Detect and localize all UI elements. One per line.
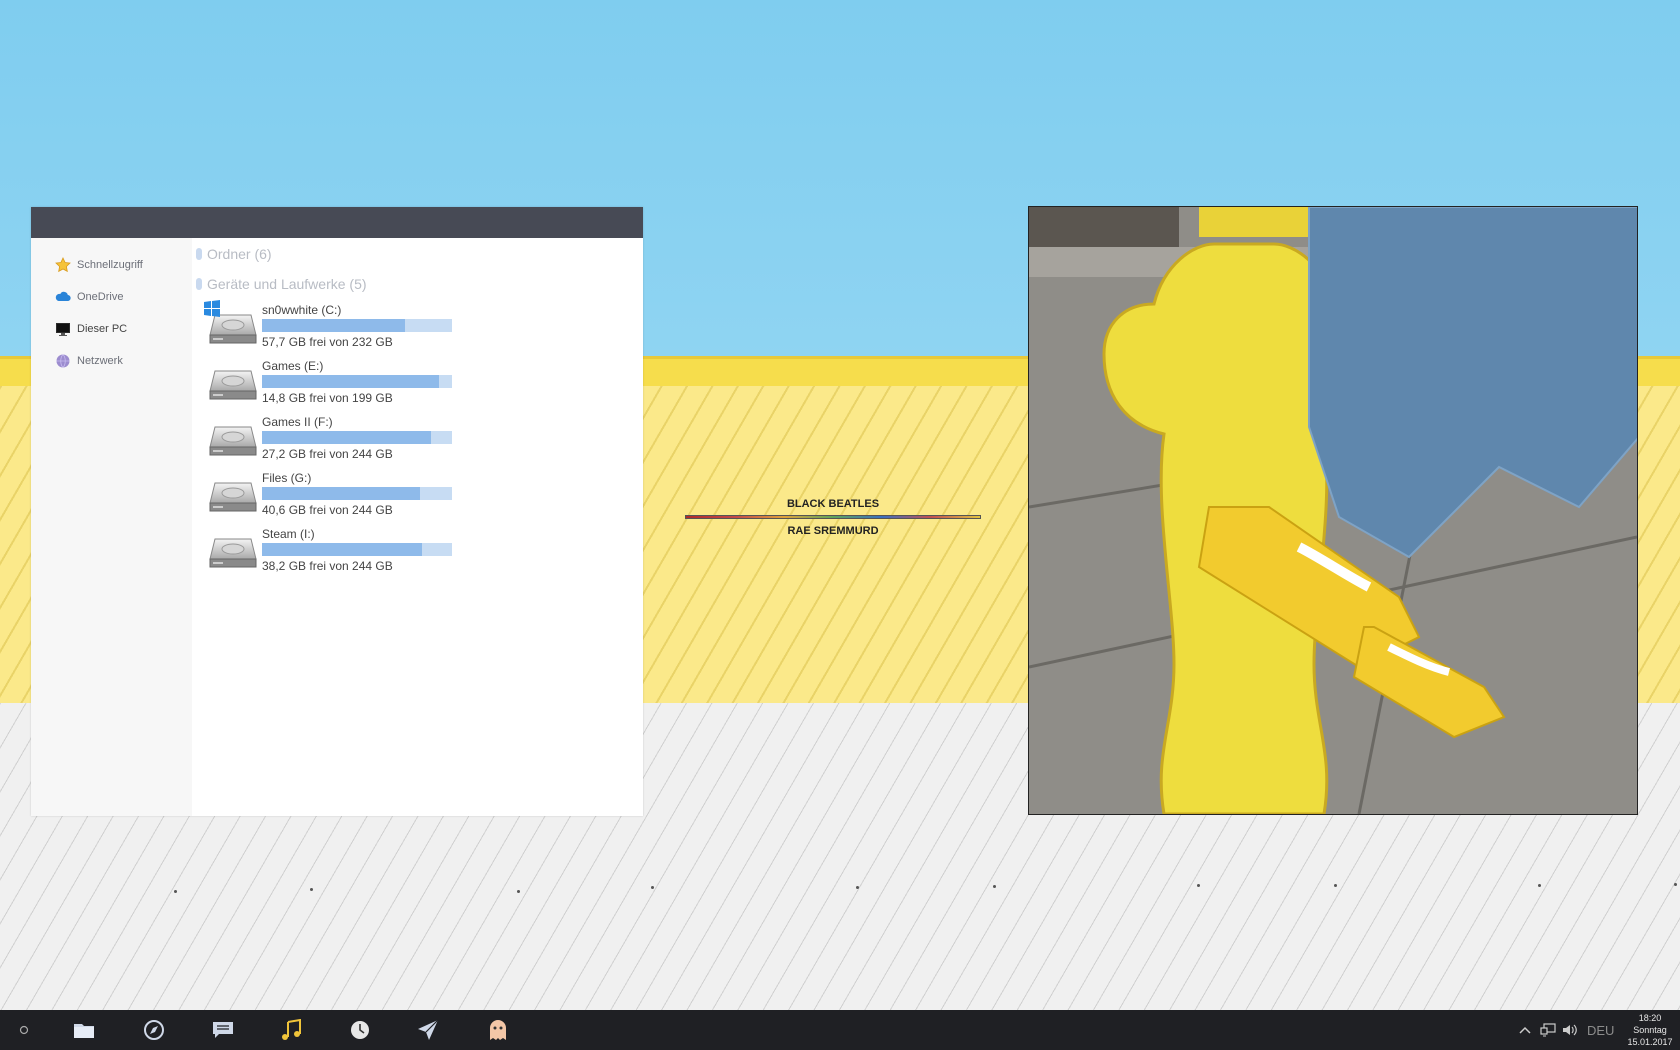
star-icon: [55, 257, 71, 273]
window-titlebar[interactable]: [31, 207, 643, 238]
collapse-indicator-icon: [196, 248, 202, 260]
wall-bolt: [310, 888, 313, 891]
drive-usage-fill: [262, 375, 439, 388]
wall-bolt: [174, 890, 177, 893]
volume-icon[interactable]: [1559, 1023, 1581, 1037]
drive-free-space: 57,7 GB frei von 232 GB: [262, 335, 393, 349]
clock-icon[interactable]: [348, 1018, 372, 1042]
drive-item[interactable]: Steam (I:) 38,2 GB frei von 244 GB: [192, 523, 643, 579]
hard-drive-icon: [209, 538, 257, 568]
drive-free-space: 40,6 GB frei von 244 GB: [262, 503, 393, 517]
sidebar-item-label: OneDrive: [77, 291, 124, 303]
wall-bolt: [1674, 883, 1677, 886]
hard-drive-icon: [209, 482, 257, 512]
clock-date: 15.01.2017: [1627, 1037, 1673, 1047]
photo-widget: [1028, 206, 1638, 815]
network-globe-icon: [55, 353, 71, 369]
group-label: Ordner (6): [207, 246, 272, 262]
taskbar: DEU 18:20 Sonntag 15.01.2017: [0, 1010, 1680, 1050]
drive-usage-bar: [262, 375, 452, 388]
file-explorer-window[interactable]: Schnellzugriff OneDrive Dieser PC Netzwe…: [31, 207, 643, 816]
track-artist: RAE SREMMURD: [787, 525, 879, 537]
drive-list: sn0wwhite (C:) 57,7 GB frei von 232 GB G…: [192, 299, 643, 579]
wall-bolt: [517, 890, 520, 893]
drive-usage-fill: [262, 543, 422, 556]
drive-free-space: 38,2 GB frei von 244 GB: [262, 559, 393, 573]
drive-item[interactable]: Games II (F:) 27,2 GB frei von 244 GB: [192, 411, 643, 467]
drive-usage-bar: [262, 487, 452, 500]
track-title: BLACK BEATLES: [786, 498, 880, 510]
drive-item[interactable]: sn0wwhite (C:) 57,7 GB frei von 232 GB: [192, 299, 643, 355]
drive-name: Files (G:): [262, 471, 312, 485]
search-circle-icon[interactable]: [12, 1018, 36, 1042]
chat-icon[interactable]: [211, 1018, 235, 1042]
group-label: Geräte und Laufwerke (5): [207, 276, 367, 292]
track-progress-line: [685, 515, 981, 519]
sidebar-item-quick-access[interactable]: Schnellzugriff: [31, 249, 192, 281]
sidebar-item-this-pc[interactable]: Dieser PC: [31, 313, 192, 345]
tray-clock[interactable]: 18:20 Sonntag 15.01.2017: [1627, 1012, 1673, 1048]
drive-item[interactable]: Games (E:) 14,8 GB frei von 199 GB: [192, 355, 643, 411]
wall-bolt: [1334, 884, 1337, 887]
drive-name: Games (E:): [262, 359, 324, 373]
folder-icon[interactable]: [72, 1018, 96, 1042]
sidebar-item-label: Netzwerk: [77, 355, 123, 367]
drive-item[interactable]: Files (G:) 40,6 GB frei von 244 GB: [192, 467, 643, 523]
drive-free-space: 14,8 GB frei von 199 GB: [262, 391, 393, 405]
drive-usage-fill: [262, 319, 405, 332]
music-note-icon[interactable]: [279, 1018, 303, 1042]
monitor-icon: [55, 321, 71, 337]
wall-bolt: [651, 886, 654, 889]
system-tray: DEU: [1516, 1010, 1614, 1050]
wall-bolt: [1538, 884, 1541, 887]
sidebar-item-network[interactable]: Netzwerk: [31, 345, 192, 377]
windows-logo-icon: [204, 300, 220, 317]
clock-time: 18:20: [1638, 1013, 1662, 1023]
drive-free-space: 27,2 GB frei von 244 GB: [262, 447, 393, 461]
drive-usage-bar: [262, 431, 452, 444]
drive-name: sn0wwhite (C:): [262, 303, 342, 317]
wall-bolt: [993, 885, 996, 888]
ghost-icon[interactable]: [486, 1018, 510, 1042]
cloud-icon: [55, 289, 71, 305]
drive-usage-fill: [262, 487, 420, 500]
drive-name: Games II (F:): [262, 415, 333, 429]
clock-day: Sonntag: [1633, 1025, 1667, 1035]
sidebar-item-label: Schnellzugriff: [77, 259, 143, 271]
drive-name: Steam (I:): [262, 527, 315, 541]
hard-drive-icon: [209, 370, 257, 400]
drive-usage-fill: [262, 431, 432, 444]
content-pane: Ordner (6) Geräte und Laufwerke (5) sn0w…: [192, 238, 643, 816]
hard-drive-icon: [209, 426, 257, 456]
sidebar-item-label: Dieser PC: [77, 323, 128, 335]
chevron-up-icon[interactable]: [1516, 1026, 1534, 1034]
wall-bolt: [1197, 884, 1200, 887]
wall-bolt: [856, 886, 859, 889]
group-header-drives[interactable]: Geräte und Laufwerke (5): [192, 269, 643, 299]
network-icon[interactable]: [1537, 1023, 1559, 1037]
navigation-pane: Schnellzugriff OneDrive Dieser PC Netzwe…: [31, 238, 192, 816]
hydrant-sneakers-photo: [1029, 207, 1637, 814]
send-icon[interactable]: [416, 1018, 440, 1042]
drive-usage-bar: [262, 543, 452, 556]
group-header-folders[interactable]: Ordner (6): [192, 239, 643, 269]
collapse-indicator-icon: [196, 278, 202, 290]
input-language[interactable]: DEU: [1587, 1023, 1614, 1038]
compass-icon[interactable]: [142, 1018, 166, 1042]
now-playing-widget: BLACK BEATLES RAE SREMMURD: [685, 498, 981, 537]
sidebar-item-onedrive[interactable]: OneDrive: [31, 281, 192, 313]
drive-usage-bar: [262, 319, 452, 332]
